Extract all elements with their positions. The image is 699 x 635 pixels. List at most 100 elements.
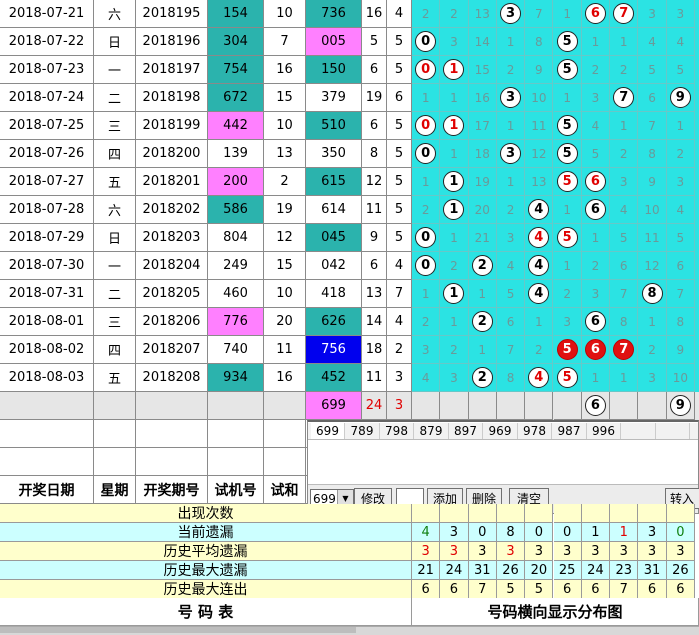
distribution-cell: 1	[468, 280, 497, 308]
table-cell-prize: 614	[306, 196, 362, 224]
stat-value: 5	[496, 580, 526, 599]
table-cell-trial: 934	[208, 364, 264, 392]
table-cell-sp: 5	[387, 56, 412, 84]
distribution-cell: 4	[525, 252, 554, 280]
distribution-cell: 1	[440, 140, 469, 168]
number-ball: 9	[669, 395, 691, 416]
table-cell-n: 10	[264, 112, 306, 140]
number-ball: 9	[669, 87, 691, 108]
distribution-cell: 1	[440, 308, 469, 336]
distribution-cell: 1	[610, 112, 639, 140]
number-ball: 5	[556, 339, 578, 360]
distribution-cell: 2	[610, 56, 639, 84]
distribution-cell: 6	[610, 252, 639, 280]
distribution-cell: 7	[610, 336, 639, 364]
distribution-cell: 2	[440, 252, 469, 280]
table-cell-prize: 510	[306, 112, 362, 140]
distribution-cell: 2	[412, 0, 441, 28]
distribution-cell: 19	[468, 168, 497, 196]
pending-cell-trial	[208, 392, 264, 420]
table-cell-n: 10	[264, 280, 306, 308]
distribution-cell: 0	[412, 56, 441, 84]
number-ball: 1	[443, 171, 465, 192]
distribution-cell: 1	[525, 308, 554, 336]
distribution-cell: 2	[496, 196, 526, 224]
number-tab[interactable]: 987	[553, 423, 587, 439]
stat-label: 历史最大遗漏	[0, 561, 412, 580]
distribution-cell: 0	[412, 140, 441, 168]
distribution-cell: 1	[581, 364, 611, 392]
distribution-cell: 10	[666, 364, 695, 392]
pending-grid-cell	[440, 392, 469, 420]
scrollbar-thumb[interactable]	[0, 627, 356, 633]
stat-label: 历史最大连出	[0, 580, 412, 599]
distribution-cell: 2	[468, 308, 497, 336]
table-cell-prize: 045	[306, 224, 362, 252]
table-cell-date: 2018-07-21	[0, 0, 94, 28]
table-cell-week: 四	[94, 140, 136, 168]
table-cell-issue: 2018197	[136, 56, 208, 84]
table-cell-week: 日	[94, 224, 136, 252]
table-cell-issue: 2018198	[136, 84, 208, 112]
distribution-cell: 5	[610, 224, 639, 252]
table-cell-s: 18	[362, 336, 387, 364]
distribution-cell: 3	[553, 308, 582, 336]
table-cell-issue: 2018195	[136, 0, 208, 28]
distribution-cell: 4	[525, 364, 554, 392]
stat-value: 5	[525, 580, 554, 599]
stat-value: 4	[412, 523, 441, 542]
distribution-cell: 2	[468, 364, 497, 392]
number-tab[interactable]	[656, 423, 690, 439]
distribution-cell: 1	[553, 84, 582, 112]
number-tab[interactable]: 978	[518, 423, 552, 439]
distribution-cell: 5	[581, 140, 611, 168]
table-cell-sp: 7	[387, 280, 412, 308]
distribution-cell: 1	[610, 364, 639, 392]
stat-label: 当前遗漏	[0, 523, 412, 542]
table-cell-issue: 2018207	[136, 336, 208, 364]
number-tab[interactable]	[622, 423, 656, 439]
pending-cell-week	[94, 392, 136, 420]
table-cell-date: 2018-07-23	[0, 56, 94, 84]
distribution-cell: 0	[412, 28, 441, 56]
number-tab[interactable]: 798	[380, 423, 414, 439]
stat-value: 3	[638, 523, 667, 542]
table-cell-n: 19	[264, 196, 306, 224]
blank-cell	[94, 448, 136, 476]
stat-value	[496, 504, 526, 523]
table-cell-s: 6	[362, 252, 387, 280]
number-tab[interactable]: 996	[587, 423, 621, 439]
distribution-cell: 10	[638, 196, 667, 224]
pending-grid-cell	[525, 392, 554, 420]
stat-value	[581, 504, 611, 523]
distribution-cell: 3	[610, 168, 639, 196]
column-header-n: 试和	[264, 476, 306, 504]
distribution-cell: 5	[553, 112, 582, 140]
number-ball: 4	[528, 255, 550, 276]
number-tab[interactable]: 789	[346, 423, 380, 439]
distribution-cell: 6	[581, 168, 611, 196]
number-tab[interactable]: 897	[449, 423, 483, 439]
distribution-cell: 1	[440, 112, 469, 140]
distribution-cell: 1	[496, 28, 526, 56]
distribution-cell: 3	[581, 280, 611, 308]
distribution-cell: 5	[553, 140, 582, 168]
distribution-cell: 8	[638, 140, 667, 168]
blank-cell	[136, 448, 208, 476]
stat-value: 6	[638, 580, 667, 599]
number-tab[interactable]: 879	[415, 423, 449, 439]
pending-cell-date	[0, 392, 94, 420]
number-ball: 5	[556, 367, 578, 388]
column-header-issue: 开奖期号	[136, 476, 208, 504]
table-cell-s: 11	[362, 196, 387, 224]
number-ball: 1	[443, 115, 465, 136]
number-tab[interactable]: 969	[484, 423, 518, 439]
distribution-cell: 5	[553, 168, 582, 196]
stat-value: 0	[553, 523, 582, 542]
number-tab[interactable]: 699	[311, 423, 345, 439]
number-ball: 3	[500, 143, 522, 164]
table-cell-prize: 626	[306, 308, 362, 336]
distribution-cell: 0	[412, 112, 441, 140]
table-cell-date: 2018-08-01	[0, 308, 94, 336]
distribution-cell: 4	[412, 364, 441, 392]
